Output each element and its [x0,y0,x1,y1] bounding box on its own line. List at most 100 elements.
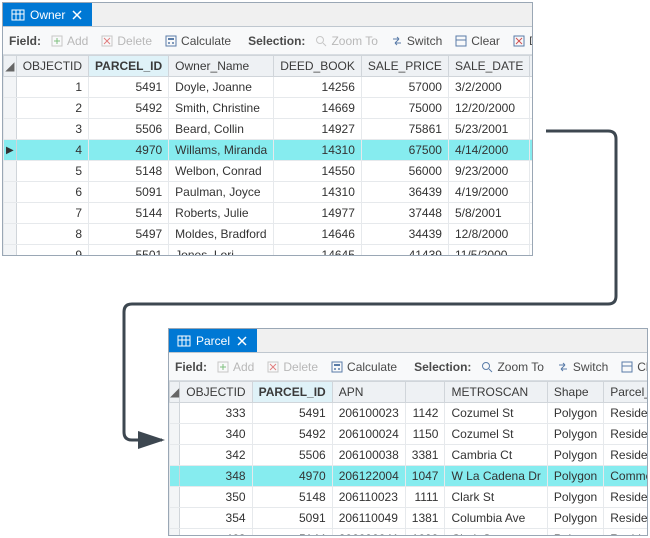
clear-button[interactable]: Clear [615,357,647,377]
cell[interactable]: 12/20/2000 [448,98,529,119]
cell[interactable]: 463 [180,529,252,536]
cell[interactable]: 00591963 [530,98,532,119]
cell[interactable]: 00598267 [530,182,532,203]
cell[interactable]: Residential [604,403,647,424]
table-row[interactable]: 35450912061100491381Columbia AvePolygonR… [170,508,648,529]
add-field-button[interactable]: Add [211,357,259,377]
cell[interactable]: 5 [16,161,88,182]
cell[interactable]: 14310 [274,182,362,203]
row-handle[interactable] [170,508,180,529]
cell[interactable]: 4970 [89,140,169,161]
cell[interactable]: 350 [180,487,252,508]
cell[interactable]: Cozumel St [445,424,547,445]
row-handle-header[interactable]: ◢ [170,382,180,403]
column-header[interactable]: METROSCAN [445,382,547,403]
table-row[interactable]: 55148Welbon, Conrad14550560009/23/200000… [4,161,533,182]
cell[interactable]: 1381 [405,508,445,529]
cell[interactable]: 67500 [361,140,448,161]
cell[interactable]: 14310 [274,140,362,161]
cell[interactable]: Residential [604,445,647,466]
cell[interactable]: 41439 [361,245,448,256]
table-row[interactable]: 25492Smith, Christine146697500012/20/200… [4,98,533,119]
parcel-tab[interactable]: Parcel [169,329,257,352]
table-row[interactable]: 46351442060900411099Clark StPolygonResid… [170,529,648,536]
row-handle[interactable] [4,224,17,245]
cell[interactable]: 8 [16,224,88,245]
cell[interactable]: Moldes, Bradford [169,224,274,245]
cell[interactable]: 00599107 [530,245,532,256]
cell[interactable]: Welbon, Conrad [169,161,274,182]
cell[interactable]: Polygon [547,487,603,508]
cell[interactable]: 1047 [405,466,445,487]
cell[interactable]: 206090041 [332,529,405,536]
cell[interactable]: 5497 [89,224,169,245]
cell[interactable]: 14550 [274,161,362,182]
cell[interactable]: Smith, Christine [169,98,274,119]
cell[interactable]: Willams, Miranda [169,140,274,161]
cell[interactable]: W La Cadena Dr [445,466,547,487]
column-header[interactable]: OBJECTID [180,382,252,403]
table-row[interactable]: 75144Roberts, Julie14977374485/8/2001005… [4,203,533,224]
cell[interactable]: 4 [16,140,88,161]
row-handle[interactable] [4,77,17,98]
cell[interactable]: 5506 [89,119,169,140]
close-icon[interactable] [235,334,249,348]
cell[interactable]: 333 [180,403,252,424]
cell[interactable]: 75861 [361,119,448,140]
cell[interactable]: Cambria Ct [445,445,547,466]
cell[interactable]: Doyle, Joanne [169,77,274,98]
row-handle[interactable] [4,182,17,203]
cell[interactable]: Residential [604,424,647,445]
table-row[interactable]: 33354912061000231142Cozumel StPolygonRes… [170,403,648,424]
cell[interactable]: Polygon [547,529,603,536]
switch-button[interactable]: Switch [385,31,447,51]
cell[interactable]: 00598585 [530,203,532,224]
table-row[interactable]: 35506Beard, Collin14927758615/23/2001005… [4,119,533,140]
cell[interactable]: Cozumel St [445,403,547,424]
delete-field-button[interactable]: Delete [95,31,157,51]
cell[interactable]: 14646 [274,224,362,245]
row-handle[interactable] [4,161,17,182]
cell[interactable]: 00598887 [530,224,532,245]
cell[interactable]: 4/14/2000 [448,140,529,161]
cell[interactable]: Paulman, Joyce [169,182,274,203]
table-row[interactable]: ▶44970Willams, Miranda14310675004/14/200… [4,140,533,161]
row-handle[interactable] [170,403,180,424]
cell[interactable]: 3 [16,119,88,140]
delete-field-button[interactable]: Delete [261,357,323,377]
table-row[interactable]: 15491Doyle, Joanne14256570003/2/20000058… [4,77,533,98]
cell[interactable]: 206100024 [332,424,405,445]
row-handle[interactable] [170,445,180,466]
cell[interactable]: Columbia Ave [445,508,547,529]
table-row[interactable]: 35051482061100231111Clark StPolygonResid… [170,487,648,508]
close-icon[interactable] [70,8,84,22]
cell[interactable]: 12/8/2000 [448,224,529,245]
cell[interactable]: 36439 [361,182,448,203]
column-header[interactable]: PARCEL_ID [252,382,332,403]
cell[interactable]: 14977 [274,203,362,224]
cell[interactable]: 37448 [361,203,448,224]
cell[interactable]: 00592331 [530,119,532,140]
cell[interactable]: Polygon [547,445,603,466]
calculate-button[interactable]: Calculate [159,31,236,51]
cell[interactable]: Clark St [445,529,547,536]
parcel-grid[interactable]: ◢OBJECTIDPARCEL_IDAPNMETROSCANShapeParce… [169,381,647,535]
column-header[interactable]: PARCEL_ID [89,56,169,77]
column-header[interactable]: Owner_Name [169,56,274,77]
zoom-to-button[interactable]: Zoom To [475,357,548,377]
cell[interactable]: 14927 [274,119,362,140]
cell[interactable]: 56000 [361,161,448,182]
cell[interactable]: 5/23/2001 [448,119,529,140]
column-header[interactable]: DEED_BOOK [274,56,362,77]
cell[interactable]: 6 [16,182,88,203]
cell[interactable]: 342 [180,445,252,466]
cell[interactable]: 00593273 [530,140,532,161]
switch-button[interactable]: Switch [551,357,613,377]
cell[interactable]: 348 [180,466,252,487]
cell[interactable]: Clark St [445,487,547,508]
cell[interactable]: 1150 [405,424,445,445]
row-handle[interactable] [170,487,180,508]
cell[interactable]: 5148 [89,161,169,182]
cell[interactable]: 1099 [405,529,445,536]
cell[interactable]: Polygon [547,508,603,529]
